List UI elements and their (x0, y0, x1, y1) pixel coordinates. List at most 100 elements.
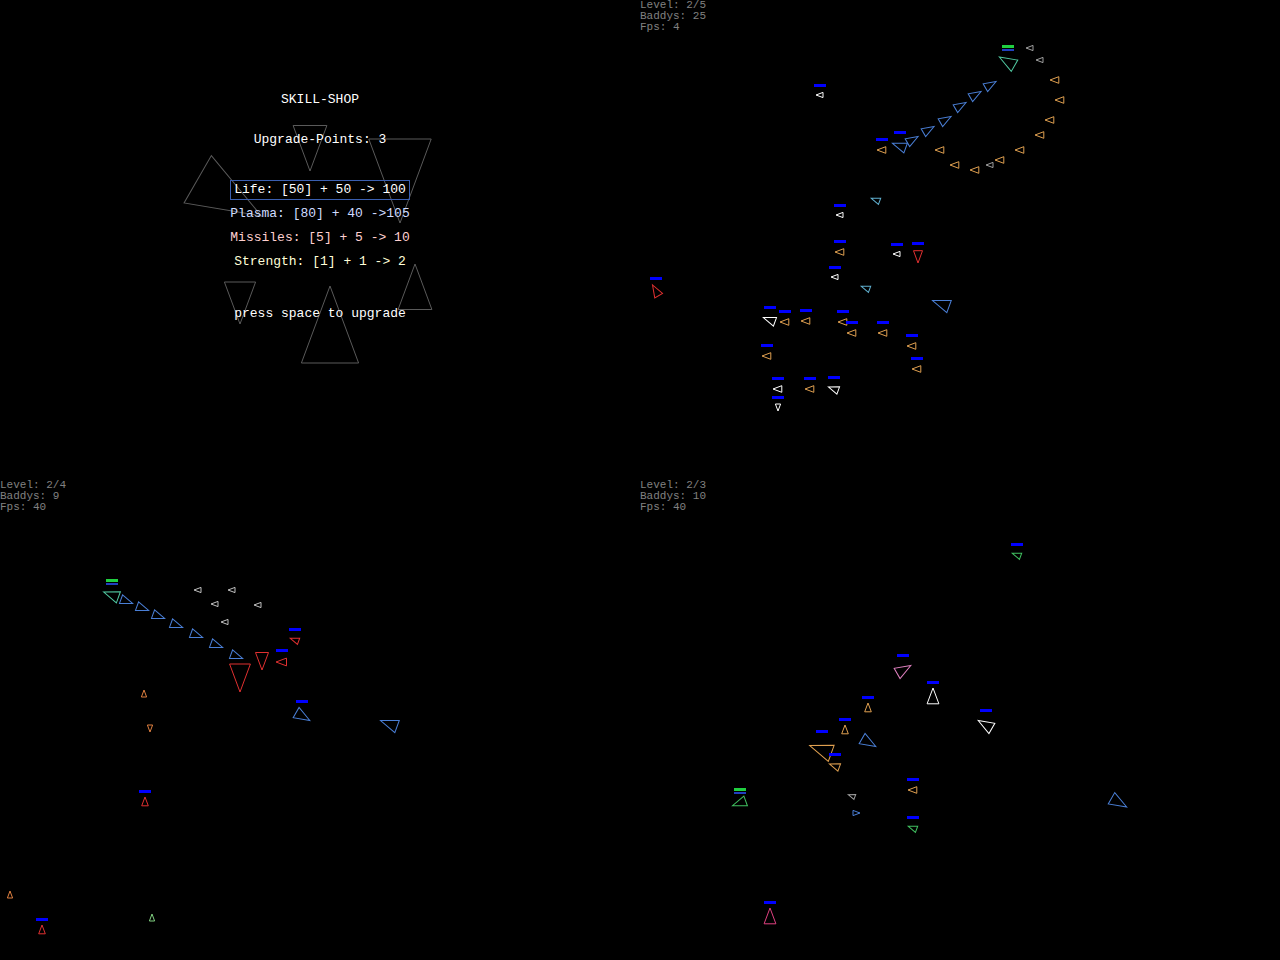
player-ship (731, 788, 748, 811)
health-bar (891, 243, 903, 246)
health-fill (862, 696, 874, 699)
enemy-ship (846, 321, 858, 336)
health-fill (36, 918, 48, 921)
enemy-ship-icon (914, 251, 923, 263)
enemy-ship-icon (780, 319, 789, 326)
shot-ship-icon (230, 664, 251, 692)
enemy-ship-icon (807, 738, 834, 762)
enemy-ship-icon (927, 688, 939, 704)
health-bar (764, 901, 776, 904)
shot-ship (983, 78, 998, 92)
shot-ship (221, 619, 228, 624)
shot-ship (228, 587, 235, 592)
upgrade-option[interactable]: Life: [50] + 50 -> 100 (230, 180, 410, 200)
player-ship-icon (731, 796, 748, 811)
shot-ship-icon (938, 113, 953, 127)
ally-ship (378, 714, 399, 732)
health-fill (772, 377, 784, 380)
enemy-ship (891, 131, 908, 153)
health-fill (814, 84, 826, 87)
shot-ship (194, 587, 201, 592)
health-fill (734, 788, 746, 791)
upgrade-options: Life: [50] + 50 -> 100 Plasma: [80] + 40 … (226, 180, 413, 272)
shot-ship (995, 157, 1004, 164)
enemy-ship (762, 306, 777, 326)
upgrade-option[interactable]: Strength: [1] + 1 -> 2 (230, 252, 410, 272)
shot-ship-icon (256, 653, 269, 671)
enemy-ship (293, 700, 313, 726)
health-bar (734, 788, 746, 794)
shot-ship (147, 725, 152, 732)
enemy-ship (894, 654, 914, 679)
health-bar (894, 131, 906, 134)
shot-ship-icon (135, 602, 150, 615)
enemy-ship-icon (912, 366, 921, 373)
shot-ship-icon (209, 639, 224, 652)
shot-ship-icon (1026, 45, 1033, 50)
health-bar (877, 321, 889, 324)
health-fill (839, 718, 851, 721)
shot-ship (1026, 45, 1033, 50)
shot-ship-icon (1036, 57, 1043, 62)
enemy-ship (764, 901, 776, 924)
enemy-ship-icon (142, 797, 149, 806)
enemy-ship (828, 753, 841, 771)
enemy-ship (907, 816, 919, 832)
enemy-ship (877, 321, 889, 336)
health-fill (804, 377, 816, 380)
shot-ship-icon (953, 99, 968, 113)
hud-line: Baddys: 9 (0, 491, 66, 502)
shot-ship (970, 167, 979, 174)
health-fill (1002, 45, 1014, 48)
enemy-ship (834, 240, 846, 255)
energy-bar (1002, 49, 1014, 51)
health-fill (772, 396, 784, 399)
health-bar (912, 242, 924, 245)
shot-ship (1045, 117, 1054, 124)
health-bar (829, 753, 841, 756)
health-bar (828, 376, 840, 379)
health-bar (906, 334, 918, 337)
game-view: Level: 2/4Baddys: 9Fps: 40 (0, 480, 640, 960)
enemy-ship-icon (762, 313, 777, 326)
enemy-ship (139, 790, 151, 806)
shot-ship-icon (149, 914, 154, 921)
enemy-ship (800, 309, 812, 324)
hud-line: Baddys: 25 (640, 11, 706, 22)
health-fill (761, 344, 773, 347)
shot-ship (847, 792, 855, 799)
shot-ship (1015, 147, 1024, 154)
health-bar (897, 654, 909, 657)
health-fill (837, 310, 849, 313)
enemy-ship (906, 334, 918, 349)
health-bar (772, 377, 784, 380)
enemy-ship-icon (842, 725, 849, 734)
enemy-ship-icon (816, 92, 823, 97)
enemy-ship (804, 377, 816, 392)
health-fill (834, 240, 846, 243)
health-bar (907, 778, 919, 781)
health-bar (1011, 543, 1023, 546)
health-fill (980, 709, 992, 712)
enemy-ship-icon (773, 386, 782, 393)
enemy-ship-icon (865, 703, 872, 712)
shot-ship-icon (950, 162, 959, 169)
shot-ship (986, 162, 993, 167)
shot-ship-icon (847, 792, 855, 799)
shot-ship (169, 619, 184, 632)
hud-line: Baddys: 10 (640, 491, 706, 502)
shot-ship (853, 810, 860, 815)
health-fill (289, 628, 301, 631)
upgrade-option[interactable]: Plasma: [80] + 40 ->105 (226, 204, 413, 224)
enemy-ship (1011, 543, 1023, 559)
upgrade-option[interactable]: Missiles: [5] + 5 -> 10 (226, 228, 413, 248)
enemy-ship (761, 344, 773, 359)
enemy-ship-icon (276, 658, 287, 666)
health-fill (829, 753, 841, 756)
shot-ship-icon (995, 157, 1004, 164)
health-bar (862, 696, 874, 699)
game-view: Level: 2/3Baddys: 10Fps: 40 (640, 480, 1280, 960)
shot-ship-icon (141, 690, 146, 697)
health-bar (1002, 45, 1014, 51)
shot-ship-icon (870, 195, 881, 204)
